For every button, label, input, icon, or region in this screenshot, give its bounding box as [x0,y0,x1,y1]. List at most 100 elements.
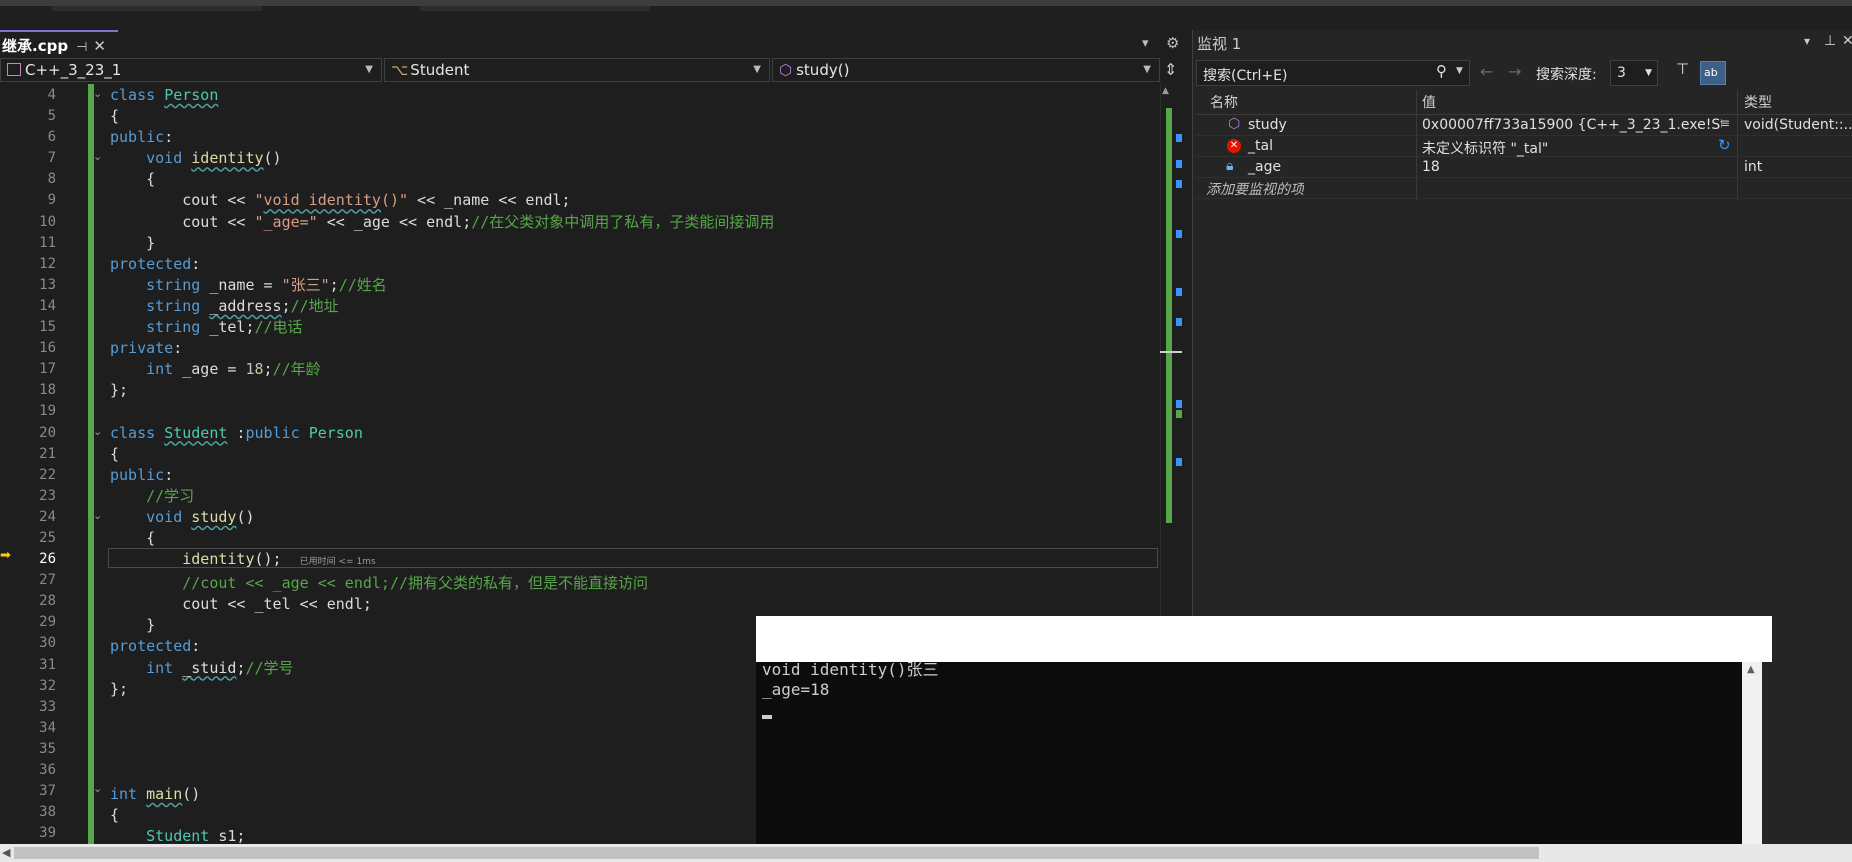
tab-list-dropdown-icon[interactable]: ▾ [1142,36,1149,51]
code-token: cout << [182,212,255,231]
execution-time-hint: 已用时间 <= 1ms [299,557,376,568]
code-line: { [110,528,1160,549]
fold-toggle-icon[interactable]: ⌄ [93,509,102,522]
scroll-up-icon[interactable]: ▲ [1747,664,1755,675]
watch-row[interactable]: ✕ _tal 未定义标识符 "_tal" ↻ [1196,137,1852,158]
line-number: 30 [39,635,56,652]
watch-row-type: void(Student::... [1744,117,1852,133]
code-line: string _address;//地址 [110,296,1160,317]
private-field-icon: 🔒︎ [1226,158,1234,174]
fold-toggle-icon[interactable]: ⌄ [93,150,102,163]
search-icon[interactable]: ⚲ [1436,62,1447,80]
file-tab[interactable]: 继承.cpp ⊣ ✕ [0,30,118,56]
code-token: cout << _tel << endl; [182,595,372,614]
watch-panel-title: 监视 1 [1197,35,1242,53]
column-header-name[interactable]: 名称 [1210,92,1238,114]
watch-row[interactable]: ⬡ study 0x00007ff733a15900 {C++_3_23_1.e… [1196,116,1852,137]
gear-icon[interactable]: ⚙ [1166,34,1179,52]
add-watch-item[interactable]: 添加要监视的项 [1206,179,1304,200]
scroll-marker [1176,458,1182,466]
code-token: : [164,128,174,147]
panel-dropdown-icon[interactable]: ▾ [1804,34,1810,48]
split-editor-icon[interactable]: ⇕ [1164,60,1177,79]
chevron-down-icon: ▼ [753,64,761,75]
project-dropdown[interactable]: C++_3_23_1 ▼ [0,58,382,82]
watch-row-name: _tal [1248,138,1273,154]
code-token: //cout << _age << endl;//拥有父类的私有，但是不能直接访… [182,574,649,593]
code-token: //年龄 [272,360,321,379]
scroll-up-icon[interactable]: ▲ [1162,86,1169,96]
fold-toggle-icon[interactable]: ⌄ [93,87,102,100]
line-number: 21 [39,445,56,462]
watch-search-input[interactable]: 搜索(Ctrl+E) [1196,60,1470,86]
code-token: public [110,128,165,147]
close-icon[interactable]: ✕ [93,37,106,55]
line-number: 12 [39,255,56,272]
line-number: 18 [39,382,56,399]
code-token: _address [209,296,282,315]
member-dropdown[interactable]: ⬡ study() ▼ [772,58,1160,82]
line-number: 7 [47,150,56,167]
code-token: "张三" [281,275,330,294]
class-dropdown-label: Student [410,61,470,79]
pin-icon[interactable]: ⊥ [1824,33,1836,49]
execution-pointer-icon[interactable]: ➡ [0,548,11,563]
code-token: (); [254,550,282,569]
watch-row[interactable]: 🔒︎ _age 18 int [1196,158,1852,179]
scroll-position-indicator [1160,351,1182,353]
console-scrollbar[interactable]: ▲ [1742,662,1762,844]
pin-icon[interactable]: ⊣ [76,40,87,55]
hex-display-toggle-icon[interactable]: ab [1700,61,1726,85]
code-line: public: [110,127,1160,148]
line-number: 25 [39,529,56,546]
code-line: class Person [110,85,1160,106]
code-token: //在父类对象中调用了私有，子类能间接调用 [471,212,775,231]
scroll-marker [1176,288,1182,296]
class-dropdown[interactable]: ⌥ Student ▼ [384,58,770,82]
line-number: 27 [39,572,56,589]
code-token: _name = [209,275,282,294]
refresh-icon[interactable]: ↻ [1718,137,1731,154]
code-token: //学习 [146,486,195,505]
watch-row-value: 未定义标识符 "_tal" [1422,141,1549,157]
code-line: private: [110,338,1160,359]
horizontal-scroll-thumb[interactable] [14,847,1539,859]
code-token: _tel; [209,318,255,337]
visualizer-icon[interactable]: ≡ [1720,116,1730,130]
scrollbar-change-map [1166,108,1172,523]
code-token: "void identity()" [254,191,409,210]
fold-toggle-icon[interactable]: ⌄ [93,782,102,795]
search-depth-select[interactable]: 3 ▼ [1610,60,1658,86]
column-header-type[interactable]: 类型 [1744,92,1772,114]
search-options-dropdown-icon[interactable]: ▼ [1456,66,1463,76]
line-number: 9 [47,192,56,209]
title-bar [0,0,1852,30]
code-token: int [146,360,174,379]
column-header-value[interactable]: 值 [1422,92,1436,114]
fold-toggle-icon[interactable]: ⌄ [93,425,102,438]
code-token: << _name << endl; [408,191,571,210]
watch-row-value: 0x00007ff733a15900 {C++_3_23_1.exe!Stu..… [1422,117,1722,133]
code-line: void identity() [110,148,1160,169]
code-line: //学习 [110,486,1160,507]
code-line: protected: [110,254,1160,275]
grid-divider [1196,114,1852,115]
line-number: 6 [47,129,56,146]
code-line: cout << "void identity()" << _name << en… [110,190,1160,211]
code-token: Person [164,86,219,104]
code-line: public: [110,465,1160,486]
forward-arrow-icon[interactable]: → [1508,62,1521,81]
scroll-left-icon[interactable]: ◀ [2,846,10,859]
back-arrow-icon[interactable]: ← [1480,62,1493,81]
pin-to-source-icon[interactable]: ⊤ [1676,60,1689,78]
line-number: 31 [39,656,56,673]
console-title-bar[interactable] [756,616,1772,662]
code-token: : [173,339,183,358]
change-tracking-bar [88,84,94,844]
line-number: 36 [39,762,56,778]
watch-row-value: 18 [1422,159,1440,175]
code-token: Person [308,423,363,442]
code-token: }; [110,381,129,400]
close-icon[interactable]: ✕ [1842,33,1852,49]
project-dropdown-label: C++_3_23_1 [25,61,122,79]
